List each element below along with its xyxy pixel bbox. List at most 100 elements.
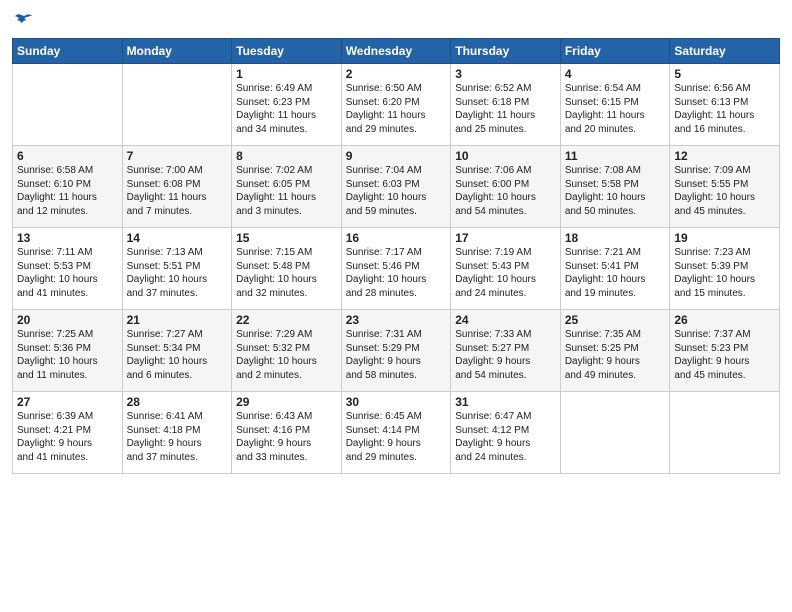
day-number: 14 bbox=[127, 231, 228, 245]
calendar-cell: 30Sunrise: 6:45 AM Sunset: 4:14 PM Dayli… bbox=[341, 392, 451, 474]
day-number: 28 bbox=[127, 395, 228, 409]
col-header-monday: Monday bbox=[122, 39, 232, 64]
calendar-cell bbox=[560, 392, 670, 474]
col-header-tuesday: Tuesday bbox=[232, 39, 342, 64]
calendar-cell: 8Sunrise: 7:02 AM Sunset: 6:05 PM Daylig… bbox=[232, 146, 342, 228]
day-number: 4 bbox=[565, 67, 666, 81]
calendar-cell: 3Sunrise: 6:52 AM Sunset: 6:18 PM Daylig… bbox=[451, 64, 561, 146]
calendar-cell: 14Sunrise: 7:13 AM Sunset: 5:51 PM Dayli… bbox=[122, 228, 232, 310]
day-info: Sunrise: 7:27 AM Sunset: 5:34 PM Dayligh… bbox=[127, 328, 228, 382]
day-number: 31 bbox=[455, 395, 556, 409]
calendar-cell: 15Sunrise: 7:15 AM Sunset: 5:48 PM Dayli… bbox=[232, 228, 342, 310]
calendar-week-row: 6Sunrise: 6:58 AM Sunset: 6:10 PM Daylig… bbox=[13, 146, 780, 228]
calendar-cell: 29Sunrise: 6:43 AM Sunset: 4:16 PM Dayli… bbox=[232, 392, 342, 474]
day-number: 5 bbox=[674, 67, 775, 81]
calendar-cell: 24Sunrise: 7:33 AM Sunset: 5:27 PM Dayli… bbox=[451, 310, 561, 392]
day-number: 11 bbox=[565, 149, 666, 163]
day-number: 30 bbox=[346, 395, 447, 409]
day-number: 8 bbox=[236, 149, 337, 163]
day-number: 9 bbox=[346, 149, 447, 163]
day-info: Sunrise: 6:54 AM Sunset: 6:15 PM Dayligh… bbox=[565, 82, 666, 136]
day-number: 19 bbox=[674, 231, 775, 245]
day-info: Sunrise: 6:49 AM Sunset: 6:23 PM Dayligh… bbox=[236, 82, 337, 136]
day-number: 17 bbox=[455, 231, 556, 245]
calendar-cell: 21Sunrise: 7:27 AM Sunset: 5:34 PM Dayli… bbox=[122, 310, 232, 392]
calendar-week-row: 27Sunrise: 6:39 AM Sunset: 4:21 PM Dayli… bbox=[13, 392, 780, 474]
day-number: 26 bbox=[674, 313, 775, 327]
calendar-cell: 4Sunrise: 6:54 AM Sunset: 6:15 PM Daylig… bbox=[560, 64, 670, 146]
day-number: 29 bbox=[236, 395, 337, 409]
calendar-cell: 2Sunrise: 6:50 AM Sunset: 6:20 PM Daylig… bbox=[341, 64, 451, 146]
calendar-cell: 27Sunrise: 6:39 AM Sunset: 4:21 PM Dayli… bbox=[13, 392, 123, 474]
calendar-cell bbox=[670, 392, 780, 474]
day-info: Sunrise: 7:06 AM Sunset: 6:00 PM Dayligh… bbox=[455, 164, 556, 218]
logo bbox=[12, 10, 35, 32]
day-info: Sunrise: 7:09 AM Sunset: 5:55 PM Dayligh… bbox=[674, 164, 775, 218]
day-number: 10 bbox=[455, 149, 556, 163]
calendar-cell: 22Sunrise: 7:29 AM Sunset: 5:32 PM Dayli… bbox=[232, 310, 342, 392]
day-number: 16 bbox=[346, 231, 447, 245]
col-header-wednesday: Wednesday bbox=[341, 39, 451, 64]
calendar-week-row: 13Sunrise: 7:11 AM Sunset: 5:53 PM Dayli… bbox=[13, 228, 780, 310]
calendar-cell: 1Sunrise: 6:49 AM Sunset: 6:23 PM Daylig… bbox=[232, 64, 342, 146]
calendar-week-row: 20Sunrise: 7:25 AM Sunset: 5:36 PM Dayli… bbox=[13, 310, 780, 392]
day-number: 27 bbox=[17, 395, 118, 409]
day-info: Sunrise: 7:00 AM Sunset: 6:08 PM Dayligh… bbox=[127, 164, 228, 218]
calendar-cell: 7Sunrise: 7:00 AM Sunset: 6:08 PM Daylig… bbox=[122, 146, 232, 228]
day-info: Sunrise: 7:17 AM Sunset: 5:46 PM Dayligh… bbox=[346, 246, 447, 300]
calendar-cell: 9Sunrise: 7:04 AM Sunset: 6:03 PM Daylig… bbox=[341, 146, 451, 228]
calendar-cell: 11Sunrise: 7:08 AM Sunset: 5:58 PM Dayli… bbox=[560, 146, 670, 228]
day-info: Sunrise: 7:21 AM Sunset: 5:41 PM Dayligh… bbox=[565, 246, 666, 300]
day-number: 24 bbox=[455, 313, 556, 327]
calendar-cell: 13Sunrise: 7:11 AM Sunset: 5:53 PM Dayli… bbox=[13, 228, 123, 310]
day-info: Sunrise: 7:04 AM Sunset: 6:03 PM Dayligh… bbox=[346, 164, 447, 218]
day-info: Sunrise: 7:02 AM Sunset: 6:05 PM Dayligh… bbox=[236, 164, 337, 218]
day-number: 12 bbox=[674, 149, 775, 163]
main-container: SundayMondayTuesdayWednesdayThursdayFrid… bbox=[0, 0, 792, 482]
calendar-cell: 19Sunrise: 7:23 AM Sunset: 5:39 PM Dayli… bbox=[670, 228, 780, 310]
calendar-header-row: SundayMondayTuesdayWednesdayThursdayFrid… bbox=[13, 39, 780, 64]
day-number: 2 bbox=[346, 67, 447, 81]
day-number: 6 bbox=[17, 149, 118, 163]
day-info: Sunrise: 6:50 AM Sunset: 6:20 PM Dayligh… bbox=[346, 82, 447, 136]
day-number: 15 bbox=[236, 231, 337, 245]
logo-bird-icon bbox=[13, 10, 35, 32]
day-info: Sunrise: 7:25 AM Sunset: 5:36 PM Dayligh… bbox=[17, 328, 118, 382]
calendar-cell: 17Sunrise: 7:19 AM Sunset: 5:43 PM Dayli… bbox=[451, 228, 561, 310]
day-info: Sunrise: 7:15 AM Sunset: 5:48 PM Dayligh… bbox=[236, 246, 337, 300]
col-header-saturday: Saturday bbox=[670, 39, 780, 64]
calendar-cell: 18Sunrise: 7:21 AM Sunset: 5:41 PM Dayli… bbox=[560, 228, 670, 310]
day-info: Sunrise: 6:39 AM Sunset: 4:21 PM Dayligh… bbox=[17, 410, 118, 464]
header bbox=[12, 10, 780, 32]
day-info: Sunrise: 6:58 AM Sunset: 6:10 PM Dayligh… bbox=[17, 164, 118, 218]
day-info: Sunrise: 6:52 AM Sunset: 6:18 PM Dayligh… bbox=[455, 82, 556, 136]
day-info: Sunrise: 7:13 AM Sunset: 5:51 PM Dayligh… bbox=[127, 246, 228, 300]
day-info: Sunrise: 7:29 AM Sunset: 5:32 PM Dayligh… bbox=[236, 328, 337, 382]
day-number: 18 bbox=[565, 231, 666, 245]
day-info: Sunrise: 7:23 AM Sunset: 5:39 PM Dayligh… bbox=[674, 246, 775, 300]
calendar-cell: 28Sunrise: 6:41 AM Sunset: 4:18 PM Dayli… bbox=[122, 392, 232, 474]
day-info: Sunrise: 7:08 AM Sunset: 5:58 PM Dayligh… bbox=[565, 164, 666, 218]
calendar-cell: 5Sunrise: 6:56 AM Sunset: 6:13 PM Daylig… bbox=[670, 64, 780, 146]
calendar-cell bbox=[122, 64, 232, 146]
col-header-friday: Friday bbox=[560, 39, 670, 64]
day-number: 21 bbox=[127, 313, 228, 327]
calendar-cell: 23Sunrise: 7:31 AM Sunset: 5:29 PM Dayli… bbox=[341, 310, 451, 392]
col-header-thursday: Thursday bbox=[451, 39, 561, 64]
day-number: 22 bbox=[236, 313, 337, 327]
day-info: Sunrise: 6:47 AM Sunset: 4:12 PM Dayligh… bbox=[455, 410, 556, 464]
calendar-cell: 10Sunrise: 7:06 AM Sunset: 6:00 PM Dayli… bbox=[451, 146, 561, 228]
calendar-cell: 12Sunrise: 7:09 AM Sunset: 5:55 PM Dayli… bbox=[670, 146, 780, 228]
day-number: 13 bbox=[17, 231, 118, 245]
calendar-cell: 20Sunrise: 7:25 AM Sunset: 5:36 PM Dayli… bbox=[13, 310, 123, 392]
day-info: Sunrise: 7:33 AM Sunset: 5:27 PM Dayligh… bbox=[455, 328, 556, 382]
day-number: 25 bbox=[565, 313, 666, 327]
day-info: Sunrise: 7:37 AM Sunset: 5:23 PM Dayligh… bbox=[674, 328, 775, 382]
day-info: Sunrise: 7:11 AM Sunset: 5:53 PM Dayligh… bbox=[17, 246, 118, 300]
calendar-table: SundayMondayTuesdayWednesdayThursdayFrid… bbox=[12, 38, 780, 474]
day-info: Sunrise: 7:19 AM Sunset: 5:43 PM Dayligh… bbox=[455, 246, 556, 300]
day-number: 20 bbox=[17, 313, 118, 327]
calendar-cell bbox=[13, 64, 123, 146]
calendar-cell: 26Sunrise: 7:37 AM Sunset: 5:23 PM Dayli… bbox=[670, 310, 780, 392]
col-header-sunday: Sunday bbox=[13, 39, 123, 64]
